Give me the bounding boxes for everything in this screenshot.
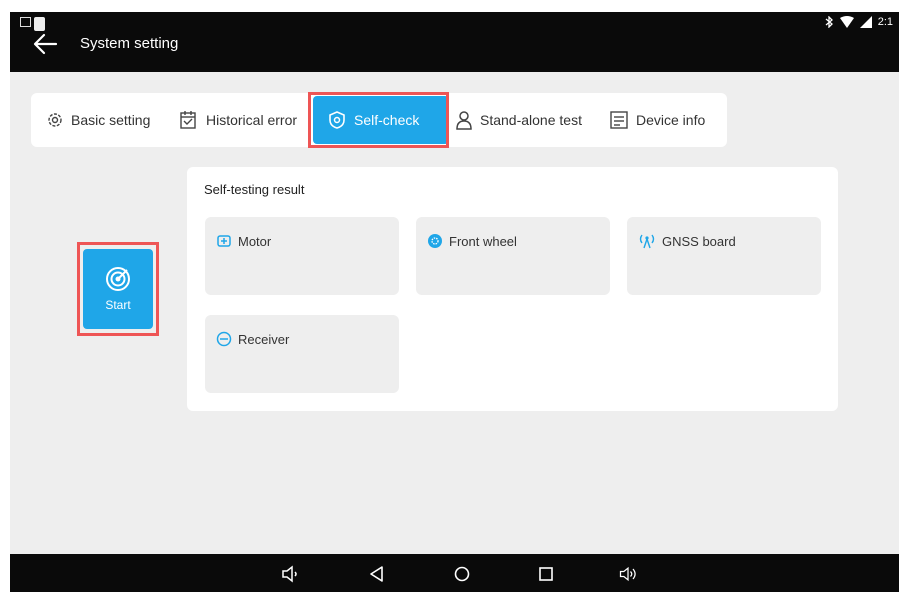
title-bar: 2:1 System setting — [10, 12, 899, 72]
status-bar: 2:1 — [824, 16, 893, 28]
bluetooth-icon — [825, 16, 833, 28]
shield-icon — [329, 111, 345, 129]
main-content: Basic setting Historical error Self-chec… — [10, 72, 899, 554]
result-card-receiver: Receiver — [205, 315, 399, 393]
volume-down-icon[interactable] — [280, 564, 300, 584]
clock: 2:1 — [877, 16, 893, 28]
card-label: Motor — [238, 233, 272, 249]
radar-icon — [106, 267, 130, 291]
card-label: Front wheel — [449, 233, 517, 249]
result-card-gnss-board: GNSS board — [627, 217, 821, 295]
calendar-icon — [180, 111, 196, 129]
recent-apps-icon[interactable] — [536, 564, 556, 584]
device-info-icon — [610, 111, 628, 129]
tab-stand-alone-test[interactable]: Stand-alone test — [455, 93, 582, 147]
screen: 2:1 System setting Basic setting Histori… — [10, 12, 899, 592]
gear-icon — [48, 113, 62, 127]
tab-basic-setting[interactable]: Basic setting — [46, 93, 150, 147]
wifi-icon — [839, 16, 854, 28]
tab-bar: Basic setting Historical error Self-chec… — [31, 93, 727, 147]
antenna-icon — [639, 234, 655, 249]
self-testing-result-panel: Self-testing result Motor Front wheel GN… — [187, 167, 838, 411]
tab-device-info[interactable]: Device info — [609, 93, 705, 147]
motor-icon — [217, 235, 231, 247]
navigation-bar — [10, 554, 899, 592]
tab-label: Historical error — [206, 112, 298, 128]
notification-icon — [20, 17, 31, 27]
tab-label: Device info — [636, 112, 706, 128]
panel-title: Self-testing result — [204, 182, 305, 197]
notification-icon — [34, 17, 45, 31]
signal-icon — [859, 16, 872, 28]
back-nav-icon[interactable] — [367, 564, 387, 584]
receiver-icon — [216, 331, 232, 347]
tab-label: Self-check — [354, 112, 420, 128]
result-card-motor: Motor — [205, 217, 399, 295]
card-label: GNSS board — [662, 233, 736, 249]
back-arrow-icon[interactable] — [32, 32, 58, 56]
home-icon[interactable] — [452, 564, 472, 584]
tab-label: Stand-alone test — [480, 112, 582, 128]
start-button[interactable]: Start — [83, 249, 153, 329]
page-title: System setting — [80, 35, 179, 52]
card-label: Receiver — [238, 331, 290, 347]
wheel-icon — [428, 234, 442, 248]
tab-self-check[interactable]: Self-check — [313, 96, 449, 144]
start-label: Start — [105, 298, 131, 312]
person-icon — [456, 111, 472, 130]
volume-up-icon[interactable] — [618, 564, 638, 584]
notification-icons — [20, 17, 45, 31]
tab-label: Basic setting — [71, 112, 151, 128]
tab-historical-error[interactable]: Historical error — [179, 93, 297, 147]
result-card-front-wheel: Front wheel — [416, 217, 610, 295]
